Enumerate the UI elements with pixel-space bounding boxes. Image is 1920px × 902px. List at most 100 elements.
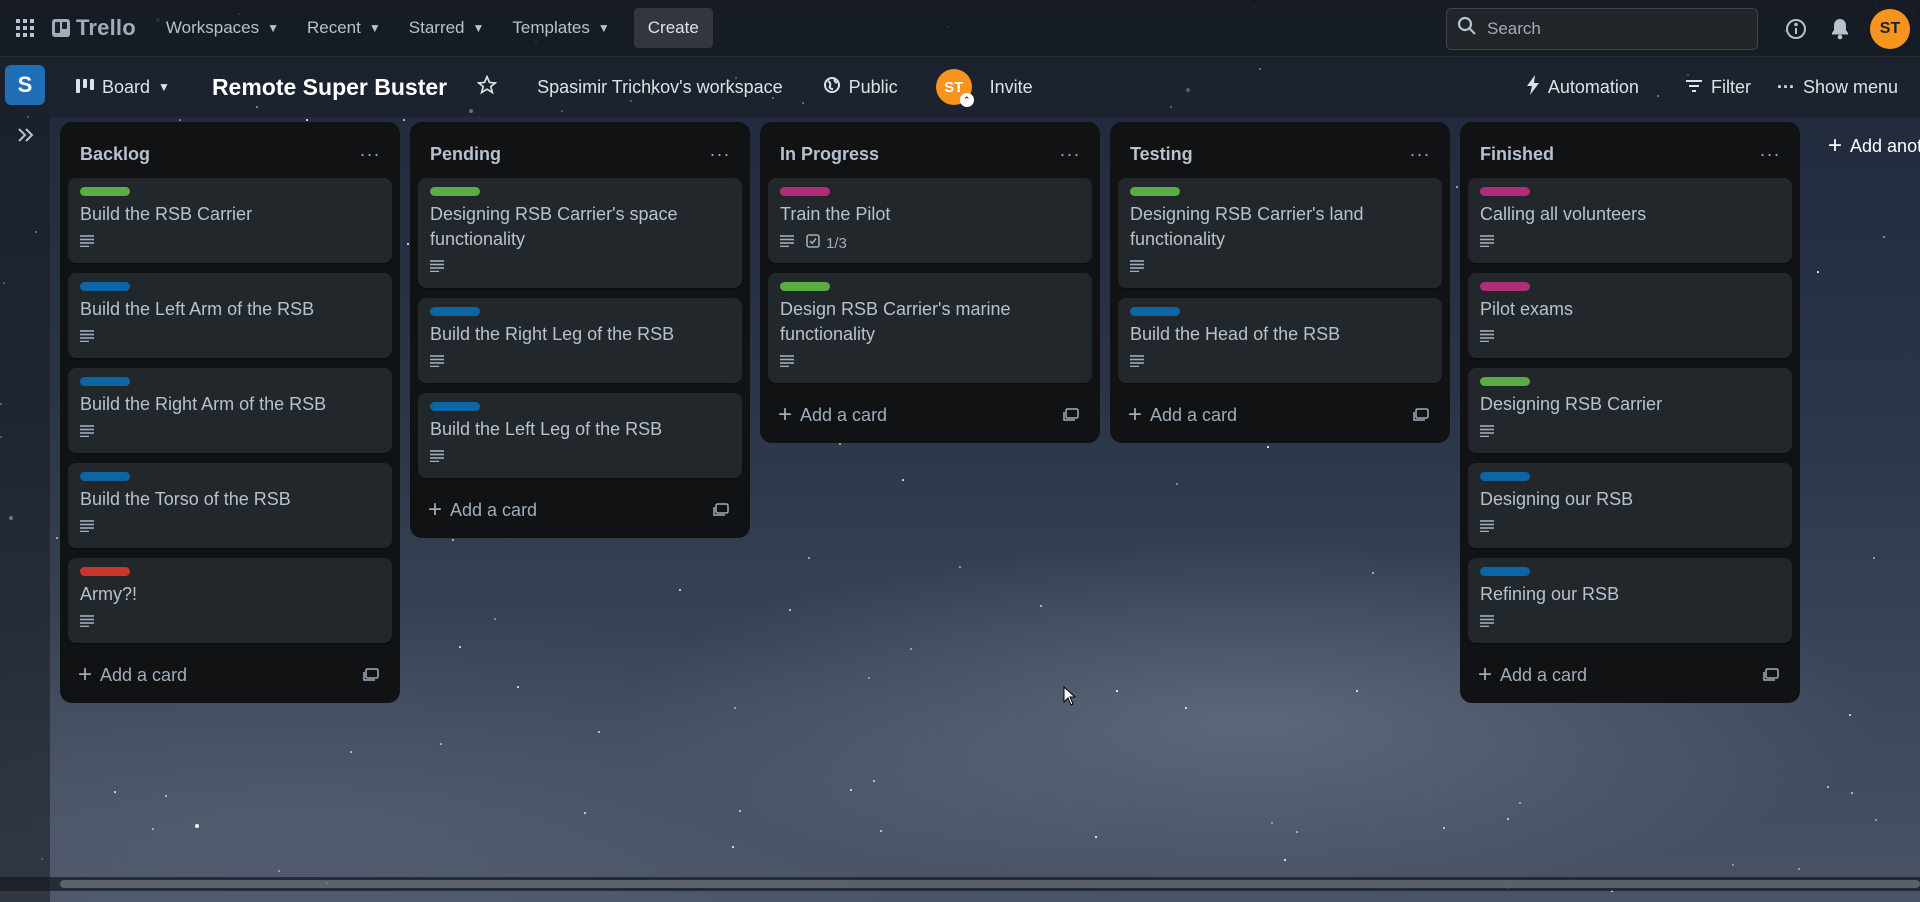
automation-button[interactable]: Automation bbox=[1516, 68, 1649, 106]
card[interactable]: Build the Left Arm of the RSB bbox=[68, 273, 392, 358]
add-card-button[interactable]: + Add a card bbox=[1478, 663, 1587, 687]
card-label-green[interactable] bbox=[80, 187, 130, 196]
card-badges bbox=[1480, 423, 1780, 443]
add-card-button[interactable]: + Add a card bbox=[428, 498, 537, 522]
add-card-button[interactable]: + Add a card bbox=[78, 663, 187, 687]
card[interactable]: Pilot exams bbox=[1468, 273, 1792, 358]
filter-button[interactable]: Filter bbox=[1675, 68, 1761, 106]
list-pending[interactable]: Pending ··· Designing RSB Carrier's space … bbox=[410, 122, 750, 538]
plus-icon: + bbox=[1478, 661, 1493, 688]
card-label-blue[interactable] bbox=[80, 282, 130, 291]
list-actions-icon[interactable]: ··· bbox=[1054, 138, 1086, 170]
board-title[interactable]: Remote Super Buster bbox=[206, 74, 453, 101]
star-dot bbox=[278, 870, 280, 872]
card-label-green[interactable] bbox=[1480, 377, 1530, 386]
card[interactable]: Build the RSB Carrier bbox=[68, 178, 392, 263]
list-actions-icon[interactable]: ··· bbox=[704, 138, 736, 170]
show-menu-button[interactable]: ··· Show menu bbox=[1767, 68, 1908, 106]
workspace-avatar[interactable]: S bbox=[5, 65, 45, 105]
star-dot bbox=[1507, 818, 1509, 820]
add-card-button[interactable]: + Add a card bbox=[778, 403, 887, 427]
card[interactable]: Designing our RSB bbox=[1468, 463, 1792, 548]
board-member-avatar[interactable]: ST ⌃ bbox=[935, 69, 974, 107]
card[interactable]: Build the Right Leg of the RSB bbox=[418, 298, 742, 383]
card[interactable]: Designing RSB Carrier's land functionali… bbox=[1118, 178, 1442, 288]
card[interactable]: Designing RSB Carrier's space functional… bbox=[418, 178, 742, 288]
search-input[interactable] bbox=[1487, 18, 1747, 39]
star-dot bbox=[1883, 236, 1885, 238]
card-label-blue[interactable] bbox=[430, 402, 480, 411]
apps-grid-icon[interactable] bbox=[12, 15, 38, 41]
list-title[interactable]: Pending bbox=[430, 144, 501, 165]
board-visibility-button[interactable]: Public bbox=[813, 68, 908, 106]
list-title[interactable]: Finished bbox=[1480, 144, 1554, 165]
nav-templates-menu[interactable]: Templates ▼ bbox=[500, 8, 621, 48]
star-dot bbox=[739, 810, 741, 812]
card[interactable]: Train the Pilot 1/3 bbox=[768, 178, 1092, 263]
scrollbar-thumb[interactable] bbox=[60, 880, 1920, 888]
card[interactable]: Calling all volunteers bbox=[1468, 178, 1792, 263]
card-label-blue[interactable] bbox=[1130, 307, 1180, 316]
card-title: Calling all volunteers bbox=[1480, 204, 1647, 224]
card-label-blue[interactable] bbox=[1480, 567, 1530, 576]
card[interactable]: Build the Head of the RSB bbox=[1118, 298, 1442, 383]
card-label-magenta[interactable] bbox=[780, 187, 830, 196]
create-from-template-icon[interactable] bbox=[1756, 660, 1786, 690]
list-title[interactable]: In Progress bbox=[780, 144, 879, 165]
notifications-bell-icon[interactable] bbox=[1820, 9, 1860, 49]
card-label-green[interactable] bbox=[430, 187, 480, 196]
workspace-visibility-button[interactable]: Spasimir Trichkov's workspace bbox=[527, 68, 793, 106]
add-another-list-button[interactable]: + Add another list bbox=[1812, 122, 1920, 170]
list-actions-icon[interactable]: ··· bbox=[354, 138, 386, 170]
card-label-green[interactable] bbox=[780, 282, 830, 291]
card[interactable]: Design RSB Carrier's marine functionalit… bbox=[768, 273, 1092, 383]
list-in-progress[interactable]: In Progress ··· Train the Pilot 1/3 Design R… bbox=[760, 122, 1100, 443]
nav-workspaces-menu[interactable]: Workspaces ▼ bbox=[154, 8, 291, 48]
list-footer: + Add a card bbox=[1468, 653, 1792, 697]
card[interactable]: Build the Right Arm of the RSB bbox=[68, 368, 392, 453]
user-avatar[interactable]: ST bbox=[1870, 8, 1910, 49]
card[interactable]: Army?! bbox=[68, 558, 392, 643]
nav-starred-menu[interactable]: Starred ▼ bbox=[397, 8, 497, 48]
card-label-blue[interactable] bbox=[1480, 472, 1530, 481]
card-badges: 1/3 bbox=[780, 233, 1080, 253]
create-from-template-icon[interactable] bbox=[1406, 400, 1436, 430]
information-icon[interactable] bbox=[1776, 9, 1816, 49]
create-button[interactable]: Create bbox=[633, 8, 713, 48]
invite-button[interactable]: Invite bbox=[980, 68, 1043, 106]
board-view-switcher[interactable]: Board ▼ bbox=[66, 68, 180, 106]
board-view-icon bbox=[76, 77, 94, 98]
list-title[interactable]: Testing bbox=[1130, 144, 1193, 165]
list-title[interactable]: Backlog bbox=[80, 144, 150, 165]
create-from-template-icon[interactable] bbox=[706, 495, 736, 525]
list-backlog[interactable]: Backlog ··· Build the RSB Carrier Build the… bbox=[60, 122, 400, 703]
card[interactable]: Build the Left Leg of the RSB bbox=[418, 393, 742, 478]
list-finished[interactable]: Finished ··· Calling all volunteers Pilot e… bbox=[1460, 122, 1800, 703]
nav-recent-menu[interactable]: Recent ▼ bbox=[295, 8, 393, 48]
search-box[interactable] bbox=[1446, 7, 1758, 50]
card-label-blue[interactable] bbox=[430, 307, 480, 316]
card-label-blue[interactable] bbox=[80, 377, 130, 386]
card-label-magenta[interactable] bbox=[1480, 282, 1530, 291]
card-label-red[interactable] bbox=[80, 567, 130, 576]
add-card-button[interactable]: + Add a card bbox=[1128, 403, 1237, 427]
list-actions-icon[interactable]: ··· bbox=[1754, 138, 1786, 170]
show-menu-label: Show menu bbox=[1802, 76, 1898, 97]
card[interactable]: Build the Torso of the RSB bbox=[68, 463, 392, 548]
list-testing[interactable]: Testing ··· Designing RSB Carrier's land f… bbox=[1110, 122, 1450, 443]
star-dot bbox=[873, 780, 875, 782]
card[interactable]: Refining our RSB bbox=[1468, 558, 1792, 643]
horizontal-scrollbar[interactable] bbox=[0, 877, 1920, 891]
expand-sidebar-icon[interactable] bbox=[11, 121, 39, 149]
star-board-button[interactable] bbox=[467, 68, 507, 106]
card-label-blue[interactable] bbox=[80, 472, 130, 481]
create-from-template-icon[interactable] bbox=[356, 660, 386, 690]
card-label-magenta[interactable] bbox=[1480, 187, 1530, 196]
card[interactable]: Designing RSB Carrier bbox=[1468, 368, 1792, 453]
trello-logo[interactable]: Trello bbox=[52, 15, 136, 41]
card-label-green[interactable] bbox=[1130, 187, 1180, 196]
create-from-template-icon[interactable] bbox=[1056, 400, 1086, 430]
card-badges bbox=[80, 518, 380, 538]
card-title: Build the Head of the RSB bbox=[1130, 324, 1341, 344]
list-actions-icon[interactable]: ··· bbox=[1404, 138, 1436, 170]
